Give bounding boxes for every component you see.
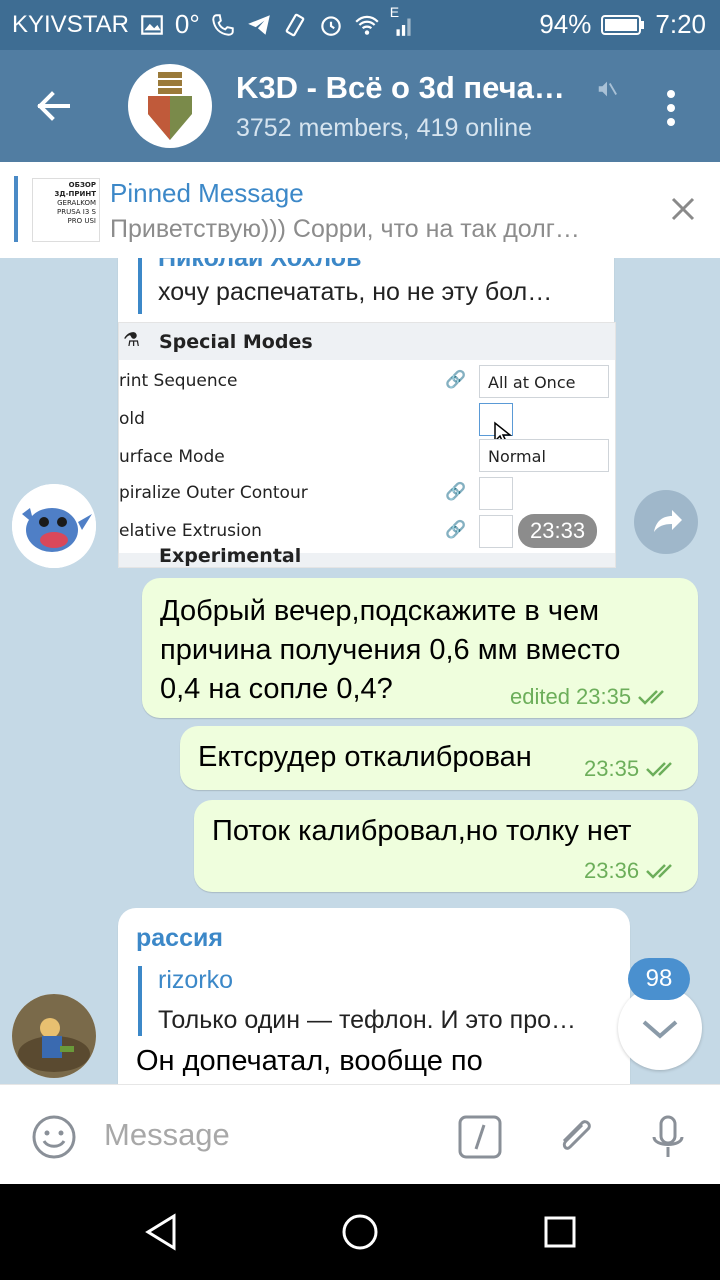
double-check-icon: [646, 864, 672, 879]
thumb-line: PRO USI: [67, 217, 96, 225]
microphone-icon[interactable]: [644, 1113, 692, 1161]
setting-label: piralize Outer Contour: [119, 483, 308, 503]
gallery-icon: [141, 14, 163, 35]
message-meta: 23:36: [584, 858, 681, 884]
reply-quote-bar: [138, 258, 142, 314]
attach-icon[interactable]: [552, 1113, 600, 1161]
screenshot-row: rint Sequence 🔗 All at Once: [119, 363, 615, 400]
message-list[interactable]: Николай Хохлов хочу распечатать, но не э…: [0, 258, 720, 1084]
double-check-icon: [638, 690, 664, 705]
home-nav-icon[interactable]: [340, 1212, 380, 1252]
call-icon: [212, 13, 234, 36]
back-nav-icon[interactable]: [142, 1212, 182, 1252]
setting-label: rint Sequence: [119, 371, 238, 391]
screenshot-row: urface Mode Normal: [119, 439, 615, 476]
message-meta: 23:35: [584, 756, 681, 782]
message-bubble-out[interactable]: Добрый вечер,подскажите в чем причина по…: [142, 578, 698, 718]
link-icon: 🔗: [445, 370, 467, 390]
vibrate-icon: [285, 13, 305, 36]
battery-icon: [601, 14, 645, 35]
message-text: Поток калибровал,но толку нет: [212, 815, 632, 847]
thumb-line: GERALKOM: [57, 199, 96, 207]
clock: 7:20: [655, 9, 706, 39]
status-bar: KYIVSTAR 0° E 94% 7:20: [0, 0, 720, 50]
screenshot-row: piralize Outer Contour 🔗: [119, 475, 615, 512]
message-time: 23:35: [584, 756, 640, 781]
message-line: причина получения 0,6 мм вместо: [160, 634, 621, 666]
setting-label: urface Mode: [119, 447, 225, 467]
nozzle-icon: [148, 72, 192, 140]
flask-icon: ⚗: [123, 329, 141, 351]
close-icon[interactable]: [668, 194, 698, 224]
back-arrow-icon[interactable]: [34, 86, 74, 126]
pinned-message-bar[interactable]: ОБЗОР 3Д-ПРИНТ GERALKOM PRUSA I3 S PRO U…: [0, 162, 720, 259]
carrier-label: KYIVSTAR: [12, 10, 129, 38]
telegram-icon: [247, 14, 270, 35]
unread-count-badge: 98: [628, 958, 690, 1000]
double-check-icon: [646, 762, 672, 777]
setting-label: old: [119, 409, 145, 429]
chat-header: K3D - Всё о 3d печа… 3752 members, 419 o…: [0, 50, 720, 162]
group-avatar[interactable]: [128, 64, 212, 148]
message-bubble-out[interactable]: Поток калибровал,но толку нет 23:36: [194, 800, 698, 892]
message-text: Он допечатал, вообще по: [136, 1045, 483, 1077]
thumb-line: 3Д-ПРИНТ: [54, 190, 97, 198]
screenshot-section-header: Experimental: [119, 545, 615, 567]
setting-checkbox: [479, 477, 513, 510]
share-arrow-icon: [654, 510, 682, 532]
setting-value: All at Once: [479, 365, 609, 398]
pinned-thumbnail: ОБЗОР 3Д-ПРИНТ GERALKOM PRUSA I3 S PRO U…: [32, 178, 100, 242]
alarm-icon: [321, 15, 341, 36]
reply-sender-name: rizorko: [158, 966, 234, 994]
stitch-avatar-icon: [12, 484, 96, 568]
system-navigation-bar: [0, 1184, 720, 1280]
pinned-title: Pinned Message: [110, 178, 304, 208]
setting-checkbox: [479, 515, 513, 548]
more-options-icon[interactable]: [660, 88, 682, 128]
thumb-line: PRUSA I3 S: [57, 208, 96, 216]
user-avatar-stitch[interactable]: [12, 484, 96, 568]
reply-quote-bar: [138, 966, 142, 1036]
setting-label: elative Extrusion: [119, 521, 262, 541]
bot-commands-icon[interactable]: [456, 1113, 504, 1161]
message-bubble-in[interactable]: рассия rizorko Только один — тефлон. И э…: [118, 908, 630, 1084]
message-input[interactable]: Message: [104, 1117, 230, 1153]
thumb-line: ОБЗОР: [68, 181, 96, 189]
message-meta: edited 23:35: [510, 684, 673, 710]
message-text: Ектсрудер откалиброван: [198, 741, 532, 773]
fallout-avatar-icon: [12, 994, 96, 1078]
link-icon: 🔗: [445, 482, 467, 502]
sender-name: рассия: [136, 924, 223, 952]
recents-nav-icon[interactable]: [540, 1212, 580, 1252]
message-bubble-in[interactable]: Николай Хохлов хочу распечатать, но не э…: [118, 258, 616, 568]
screenshot-section-header: ⚗ Special Modes: [119, 323, 615, 360]
chat-title[interactable]: K3D - Всё о 3d печа…: [236, 70, 596, 106]
pinned-accent-bar: [14, 176, 18, 242]
screenshot-header-text: Special Modes: [159, 331, 313, 353]
reply-sender-name: Николай Хохлов: [158, 258, 362, 272]
network-type-label: E: [389, 3, 400, 20]
user-avatar[interactable]: [12, 994, 96, 1078]
battery-percent: 94%: [539, 9, 592, 39]
reply-text: хочу распечатать, но не эту бол…: [158, 278, 553, 306]
muted-icon: [598, 81, 617, 97]
forward-button[interactable]: [634, 490, 698, 554]
message-bubble-out[interactable]: Ектсрудер откалиброван 23:35: [180, 726, 698, 790]
screenshot-footer-text: Experimental: [159, 545, 302, 567]
screenshot-row: old: [119, 401, 615, 447]
message-input-bar: Message: [0, 1084, 720, 1185]
pinned-text: Приветствую))) Сорри, что на так долг…: [110, 215, 580, 243]
setting-value: Normal: [479, 439, 609, 472]
signal-icon: E: [390, 4, 416, 38]
link-icon: 🔗: [445, 520, 467, 540]
temperature-label: 0°: [174, 9, 200, 39]
wifi-icon: [355, 15, 379, 35]
message-time: 23:33: [518, 514, 598, 548]
emoji-icon[interactable]: [30, 1113, 78, 1161]
reply-text: Только один — тефлон. И это про…: [158, 1006, 577, 1034]
message-line: Добрый вечер,подскажите в чем: [160, 595, 600, 627]
chat-members-count: 3752 members, 419 online: [236, 114, 533, 142]
message-edited-time: edited 23:35: [510, 684, 632, 709]
message-time: 23:36: [584, 858, 640, 883]
